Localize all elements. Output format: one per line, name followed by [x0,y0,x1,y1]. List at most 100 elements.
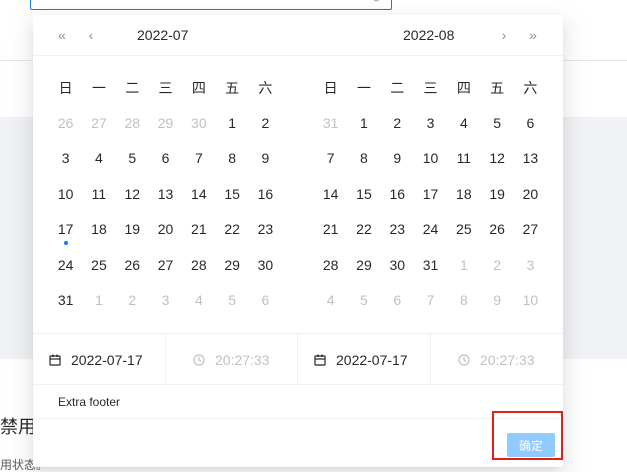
date-cell[interactable]: 27 [149,247,182,283]
date-cell[interactable]: 7 [182,141,215,177]
date-cell[interactable]: 27 [82,105,115,141]
date-cell[interactable]: 6 [381,283,414,319]
date-cell[interactable]: 7 [414,283,447,319]
date-cell[interactable]: 10 [49,176,82,212]
date-cell[interactable]: 15 [215,176,248,212]
date-cell[interactable]: 19 [480,176,513,212]
date-cell[interactable]: 26 [480,212,513,248]
date-cell[interactable]: 16 [249,176,282,212]
date-cell[interactable]: 30 [182,105,215,141]
date-cell[interactable]: 3 [49,141,82,177]
end-time-input[interactable]: 20:27:33 [431,334,563,385]
start-date-value: 2022-07-17 [71,351,143,368]
date-cell[interactable]: 2 [480,247,513,283]
date-cell[interactable]: 17 [49,212,82,248]
week-row: 4 5 6 7 8 9 10 [314,283,547,319]
date-cell[interactable]: 20 [514,176,547,212]
date-cell[interactable]: 13 [149,176,182,212]
date-cell[interactable]: 12 [116,176,149,212]
prev-month-icon[interactable]: ‹ [83,26,99,44]
date-cell[interactable]: 25 [447,212,480,248]
date-cell[interactable]: 17 [414,176,447,212]
month-title[interactable]: 2022-07 [137,26,188,44]
date-cell[interactable]: 29 [347,247,380,283]
date-cell[interactable]: 6 [249,283,282,319]
date-cell[interactable]: 22 [347,212,380,248]
date-cell[interactable]: 11 [447,141,480,177]
date-cell[interactable]: 23 [249,212,282,248]
date-cell[interactable]: 4 [447,105,480,141]
date-cell[interactable]: 10 [414,141,447,177]
date-cell[interactable]: 31 [49,283,82,319]
date-cell[interactable]: 31 [414,247,447,283]
date-cell[interactable]: 29 [215,247,248,283]
date-cell[interactable]: 3 [414,105,447,141]
start-date-input[interactable]: 2022-07-17 [33,334,166,385]
date-cell[interactable]: 31 [314,105,347,141]
start-time-input[interactable]: 20:27:33 [166,334,298,385]
date-cell[interactable]: 28 [314,247,347,283]
date-cell[interactable]: 30 [249,247,282,283]
date-cell[interactable]: 3 [149,283,182,319]
date-cell[interactable]: 23 [381,212,414,248]
date-cell[interactable]: 6 [514,105,547,141]
date-cell[interactable]: 15 [347,176,380,212]
date-cell[interactable]: 1 [215,105,248,141]
date-cell[interactable]: 25 [82,247,115,283]
date-cell[interactable]: 4 [314,283,347,319]
date-cell[interactable]: 27 [514,212,547,248]
date-cell[interactable]: 19 [116,212,149,248]
close-circle-icon[interactable]: ⊗ [372,0,381,4]
date-cell[interactable]: 1 [447,247,480,283]
date-cell[interactable]: 21 [182,212,215,248]
date-cell[interactable]: 22 [215,212,248,248]
date-cell[interactable]: 24 [414,212,447,248]
date-cell[interactable]: 5 [347,283,380,319]
date-cell[interactable]: 29 [149,105,182,141]
date-cell[interactable]: 10 [514,283,547,319]
date-cell[interactable]: 5 [215,283,248,319]
date-cell[interactable]: 4 [82,141,115,177]
date-cell[interactable]: 16 [381,176,414,212]
date-cell[interactable]: 2 [381,105,414,141]
date-cell[interactable]: 24 [49,247,82,283]
date-cell[interactable]: 6 [149,141,182,177]
range-picker-input[interactable]: ⊗ [30,0,392,10]
date-cell[interactable]: 8 [347,141,380,177]
month-title[interactable]: 2022-08 [403,26,454,44]
date-cell[interactable]: 4 [182,283,215,319]
date-cell[interactable]: 1 [82,283,115,319]
date-cell[interactable]: 1 [347,105,380,141]
date-cell[interactable]: 14 [182,176,215,212]
super-prev-icon[interactable]: « [54,26,70,44]
date-cell[interactable]: 9 [480,283,513,319]
date-cell[interactable]: 18 [82,212,115,248]
date-cell[interactable]: 11 [82,176,115,212]
date-cell[interactable]: 2 [116,283,149,319]
date-cell[interactable]: 3 [514,247,547,283]
date-cell[interactable]: 14 [314,176,347,212]
ok-button[interactable]: 确定 [507,433,555,457]
date-cell[interactable]: 28 [116,105,149,141]
date-cell[interactable]: 18 [447,176,480,212]
date-cell[interactable]: 5 [116,141,149,177]
date-cell[interactable]: 26 [49,105,82,141]
date-cell[interactable]: 28 [182,247,215,283]
end-date-input[interactable]: 2022-07-17 [298,334,431,385]
date-cell[interactable]: 30 [381,247,414,283]
date-cell[interactable]: 26 [116,247,149,283]
date-cell[interactable]: 21 [314,212,347,248]
date-cell[interactable]: 12 [480,141,513,177]
end-time-value: 20:27:33 [480,351,535,368]
date-cell[interactable]: 9 [381,141,414,177]
date-cell[interactable]: 8 [447,283,480,319]
date-cell[interactable]: 9 [249,141,282,177]
next-month-icon[interactable]: › [496,26,512,44]
date-cell[interactable]: 2 [249,105,282,141]
super-next-icon[interactable]: » [525,26,541,44]
date-cell[interactable]: 8 [215,141,248,177]
date-cell[interactable]: 20 [149,212,182,248]
date-cell[interactable]: 5 [480,105,513,141]
date-cell[interactable]: 13 [514,141,547,177]
date-cell[interactable]: 7 [314,141,347,177]
